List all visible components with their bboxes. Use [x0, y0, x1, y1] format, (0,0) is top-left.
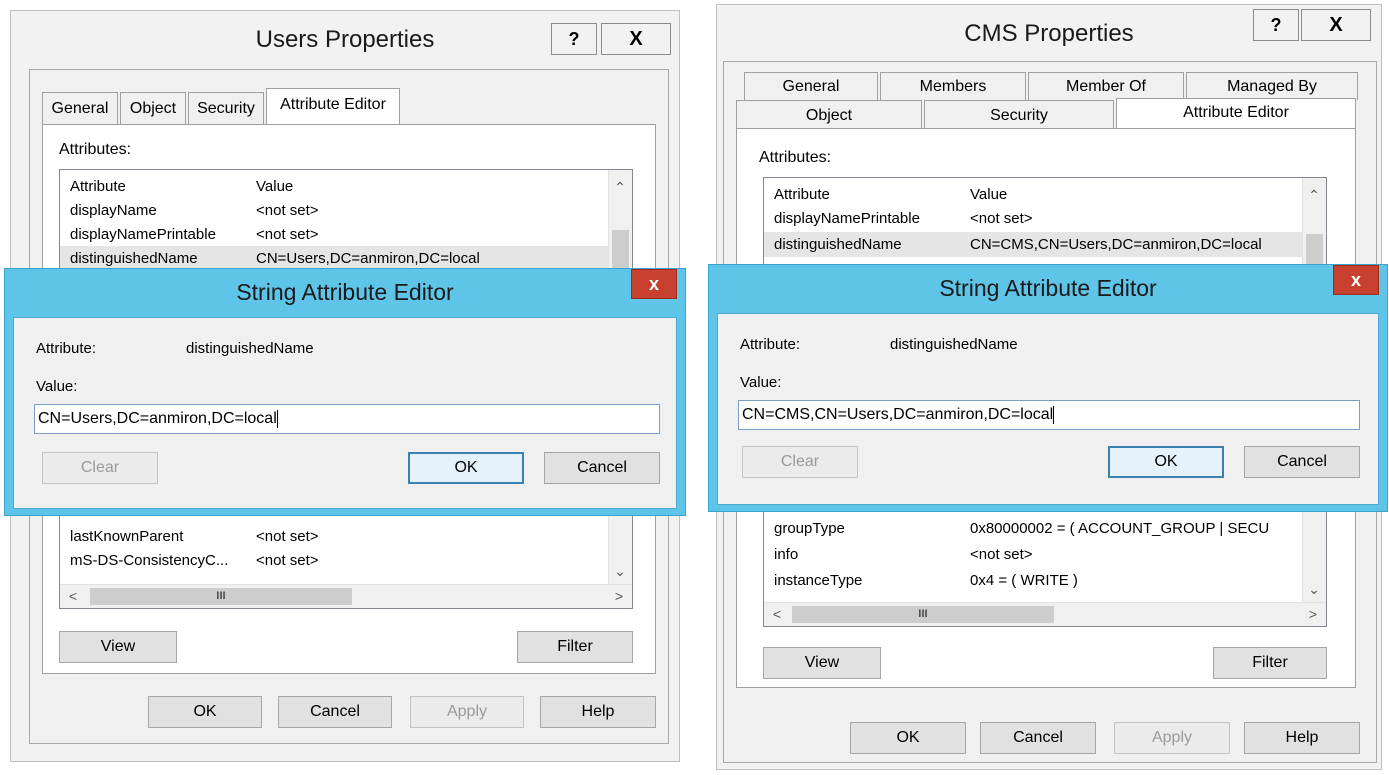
table-row[interactable]: displayNamePrintable <not set> [60, 222, 608, 247]
column-attribute[interactable]: Attribute [70, 174, 126, 199]
scroll-up-icon[interactable]: ⌃ [609, 176, 631, 198]
table-row[interactable]: groupType 0x80000002 = ( ACCOUNT_GROUP |… [764, 516, 1302, 541]
editor-cancel-button[interactable]: Cancel [1244, 446, 1360, 478]
value-input[interactable]: CN=Users,DC=anmiron,DC=local [34, 404, 660, 434]
help-titlebar-button[interactable]: ? [1253, 9, 1299, 41]
editor-ok-button[interactable]: OK [408, 452, 524, 484]
close-icon[interactable]: x [1333, 265, 1379, 295]
value-input[interactable]: CN=CMS,CN=Users,DC=anmiron,DC=local [738, 400, 1360, 430]
tab-general[interactable]: General [744, 72, 878, 100]
cancel-button[interactable]: Cancel [980, 722, 1096, 754]
scroll-down-icon[interactable]: ⌄ [1303, 578, 1325, 600]
dialog-body: Attribute: distinguishedName Value: CN=U… [13, 317, 677, 509]
value-label: Value: [36, 378, 78, 395]
scroll-right-icon[interactable]: > [1302, 603, 1324, 625]
list-header: Attribute Value [764, 182, 1302, 207]
view-button[interactable]: View [59, 631, 177, 663]
scroll-left-icon[interactable]: < [766, 603, 788, 625]
filter-button[interactable]: Filter [517, 631, 633, 663]
cancel-button[interactable]: Cancel [278, 696, 392, 728]
help-button[interactable]: Help [1244, 722, 1360, 754]
horizontal-thumb[interactable]: III [90, 588, 352, 605]
tab-member-of[interactable]: Member Of [1028, 72, 1184, 100]
attributes-label: Attributes: [759, 149, 832, 166]
table-row[interactable]: mS-DS-ConsistencyC... <not set> [60, 548, 608, 573]
tab-general[interactable]: General [42, 92, 118, 124]
ok-button[interactable]: OK [850, 722, 966, 754]
close-titlebar-button[interactable]: X [1301, 9, 1371, 41]
clear-button[interactable]: Clear [42, 452, 158, 484]
horizontal-thumb[interactable]: III [792, 606, 1054, 623]
apply-button[interactable]: Apply [1114, 722, 1230, 754]
table-row[interactable]: lastKnownParent <not set> [60, 524, 608, 549]
view-button[interactable]: View [763, 647, 881, 679]
string-attribute-editor-dialog: String Attribute Editor x Attribute: dis… [4, 268, 686, 516]
text-caret [1053, 405, 1055, 424]
scroll-down-icon[interactable]: ⌄ [609, 560, 631, 582]
ok-button[interactable]: OK [148, 696, 262, 728]
scroll-thumb[interactable] [612, 230, 629, 270]
close-icon[interactable]: x [631, 269, 677, 299]
table-row[interactable]: instanceType 0x4 = ( WRITE ) [764, 568, 1302, 593]
attribute-name-value: distinguishedName [890, 336, 1018, 353]
table-row-selected[interactable]: distinguishedName CN=CMS,CN=Users,DC=anm… [764, 232, 1302, 257]
dialog-body: Attribute: distinguishedName Value: CN=C… [717, 313, 1379, 505]
apply-button[interactable]: Apply [410, 696, 524, 728]
column-value[interactable]: Value [256, 174, 293, 199]
string-attribute-editor-dialog: String Attribute Editor x Attribute: dis… [708, 264, 1388, 512]
attribute-label: Attribute: [36, 340, 97, 357]
tab-object[interactable]: Object [736, 100, 922, 130]
value-label: Value: [740, 374, 782, 391]
filter-button[interactable]: Filter [1213, 647, 1327, 679]
tab-object[interactable]: Object [120, 92, 186, 124]
tab-attribute-editor[interactable]: Attribute Editor [1116, 98, 1356, 130]
help-button[interactable]: Help [540, 696, 656, 728]
tab-security[interactable]: Security [924, 100, 1114, 130]
editor-cancel-button[interactable]: Cancel [544, 452, 660, 484]
attribute-label: Attribute: [740, 336, 801, 353]
dialog-title: String Attribute Editor [236, 279, 454, 305]
attribute-name-value: distinguishedName [186, 340, 314, 357]
tab-security[interactable]: Security [188, 92, 264, 124]
text-caret [276, 409, 278, 428]
clear-button[interactable]: Clear [742, 446, 858, 478]
horizontal-scrollbar[interactable]: < III > [60, 584, 632, 608]
editor-ok-button[interactable]: OK [1108, 446, 1224, 478]
column-attribute[interactable]: Attribute [774, 182, 830, 207]
column-value[interactable]: Value [970, 182, 1007, 207]
tab-managed-by[interactable]: Managed By [1186, 72, 1358, 100]
attributes-label: Attributes: [59, 141, 132, 158]
scroll-thumb[interactable] [1306, 234, 1323, 264]
tab-members[interactable]: Members [880, 72, 1026, 100]
horizontal-scrollbar[interactable]: < III > [764, 602, 1326, 626]
scroll-up-icon[interactable]: ⌃ [1303, 184, 1325, 206]
table-row[interactable]: info <not set> [764, 542, 1302, 567]
close-titlebar-button[interactable]: X [601, 23, 671, 55]
scroll-left-icon[interactable]: < [62, 585, 84, 607]
help-titlebar-button[interactable]: ? [551, 23, 597, 55]
tab-attribute-editor[interactable]: Attribute Editor [266, 88, 400, 124]
table-row[interactable]: displayNamePrintable <not set> [764, 206, 1302, 231]
scroll-right-icon[interactable]: > [608, 585, 630, 607]
table-row[interactable]: displayName <not set> [60, 198, 608, 223]
list-header: Attribute Value [60, 174, 608, 199]
dialog-title: String Attribute Editor [939, 275, 1157, 301]
